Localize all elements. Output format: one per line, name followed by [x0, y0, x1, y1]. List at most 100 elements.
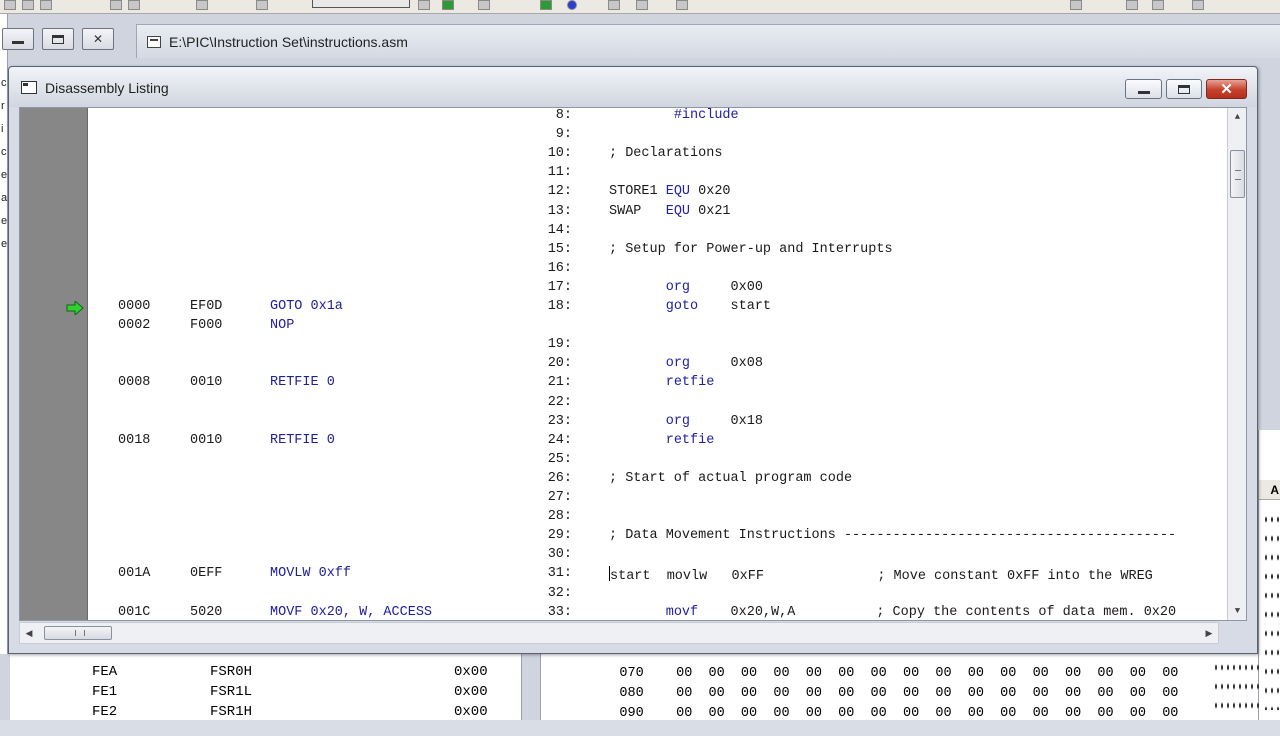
- horizontal-scroll-thumb[interactable]: [44, 626, 112, 640]
- line-number-cell: 18:: [547, 299, 572, 314]
- toolbar-button[interactable]: [22, 0, 34, 10]
- sfr-row[interactable]: FE1 FSR1L 0x00: [10, 684, 522, 704]
- listing-row[interactable]: 29: ; Data Movement Instructions --------…: [20, 528, 1230, 547]
- line-number-cell: 32:: [547, 585, 572, 601]
- source-cell: retfie: [665, 432, 715, 448]
- step-icon[interactable]: [540, 0, 552, 10]
- line-number-cell: 11:: [547, 165, 572, 181]
- maximize-button[interactable]: [1166, 79, 1202, 99]
- file-register-row[interactable]: 080 00 00 00 00 00 00 00 00 00 00 00 00 …: [587, 671, 1178, 701]
- sfr-row[interactable]: FEA FSR0H 0x00: [10, 664, 522, 684]
- listing-row[interactable]: 8: #include: [20, 108, 1230, 127]
- listing-row[interactable]: 32:: [20, 586, 1230, 605]
- listing-row[interactable]: 14:: [20, 223, 1230, 242]
- toolbar-button[interactable]: [1152, 0, 1164, 10]
- toolbar-button[interactable]: [676, 0, 688, 10]
- listing-row[interactable]: 12: STORE1 EQU 0x20: [20, 184, 1230, 203]
- toolbar-button[interactable]: [4, 0, 16, 10]
- disassembly-cell: MOVF 0x20, W, ACCESS: [270, 604, 433, 620]
- minimize-button[interactable]: [1125, 79, 1162, 99]
- toolbar-button[interactable]: [418, 0, 430, 10]
- reset-icon[interactable]: [567, 0, 577, 10]
- run-icon[interactable]: [442, 0, 454, 10]
- listing-row[interactable]: 10: ; Declarations: [20, 146, 1230, 165]
- restore-button[interactable]: [42, 28, 74, 50]
- window-titlebar[interactable]: Disassembly Listing ✕: [9, 67, 1257, 107]
- disassembly-listing-window: Disassembly Listing ✕ 8: #include 9: 10:;…: [8, 66, 1258, 654]
- listing-row[interactable]: 17: org 0x00: [20, 280, 1230, 299]
- file-register-address: 090: [619, 706, 644, 721]
- listing-row[interactable]: 28:: [20, 509, 1230, 528]
- scroll-left-arrow-icon[interactable]: ◀: [20, 623, 38, 643]
- scroll-up-arrow-icon[interactable]: ▲: [1228, 108, 1246, 126]
- toolbar-button[interactable]: [636, 0, 648, 10]
- listing-row[interactable]: 20: org 0x08: [20, 356, 1230, 375]
- line-number-cell: 20:: [547, 356, 572, 372]
- source-cell: org 0x18: [665, 413, 763, 429]
- close-button[interactable]: ✕: [82, 28, 114, 50]
- listing-pane[interactable]: 8: #include 9: 10: ; Declarations 11: 12: STO…: [19, 107, 1247, 621]
- source-cell: goto start: [665, 299, 772, 314]
- disassembly-cell: RETFIE 0: [270, 375, 335, 391]
- listing-row[interactable]: 001C 5020 MOVF 0x20, W, ACCESS 33: movf 0x2…: [20, 604, 1230, 620]
- toolbar-button[interactable]: [478, 0, 490, 10]
- line-number-cell: 29:: [547, 528, 572, 544]
- vertical-scroll-thumb[interactable]: [1230, 150, 1245, 198]
- listing-row[interactable]: 27:: [20, 490, 1230, 509]
- file-register-row[interactable]: 070 00 00 00 00 00 00 00 00 00 00 00 00 …: [587, 651, 1178, 681]
- file-register-bytes: 00 00 00 00 00 00 00 00 00 00 00 00 00 0…: [676, 706, 1179, 721]
- source-file-path: E:\PIC\Instruction Set\instructions.asm: [169, 33, 408, 50]
- line-number-cell: 10:: [547, 146, 572, 162]
- toolbar-button[interactable]: [110, 0, 122, 10]
- listing-row[interactable]: 15: ; Setup for Power-up and Interrupts: [20, 242, 1230, 261]
- source-cell: movf 0x20,W,A ; Copy the contents of dat…: [665, 604, 1177, 620]
- listing-row[interactable]: 9:: [20, 127, 1230, 146]
- listing-row[interactable]: 23: org 0x18: [20, 414, 1230, 433]
- minimize-button[interactable]: [2, 28, 34, 50]
- listing-row[interactable]: 13: SWAP EQU 0x21: [20, 204, 1230, 223]
- sfr-row[interactable]: FE2 FSR1H 0x00: [10, 704, 522, 724]
- close-button[interactable]: ✕: [1206, 79, 1247, 99]
- source-cell: org 0x00: [665, 279, 763, 295]
- file-register-row[interactable]: 090 00 00 00 00 00 00 00 00 00 00 00 00 …: [587, 691, 1178, 721]
- opcode-cell: 0010: [190, 375, 223, 391]
- listing-row[interactable]: 25:: [20, 452, 1230, 471]
- horizontal-scrollbar[interactable]: ◀ ▶: [19, 622, 1219, 644]
- listing-row[interactable]: 19:: [20, 337, 1230, 356]
- toolbar-button[interactable]: [128, 0, 140, 10]
- vertical-scrollbar[interactable]: ▲ ▼: [1227, 108, 1246, 620]
- toolbar-button[interactable]: [1070, 0, 1082, 10]
- scroll-down-arrow-icon[interactable]: ▼: [1228, 602, 1246, 620]
- source-cell: ; Setup for Power-up and Interrupts: [609, 241, 893, 257]
- toolbar-button[interactable]: [256, 0, 268, 10]
- column-header: A: [1259, 480, 1280, 500]
- listing-row[interactable]: 16:: [20, 261, 1230, 280]
- source-cell: ; Data Movement Instructions -----------…: [609, 528, 1177, 544]
- listing-row[interactable]: 0018 0010 RETFIE 0 24: retfie: [20, 433, 1230, 452]
- line-number-cell: 12:: [547, 184, 572, 200]
- build-config-combo[interactable]: [312, 0, 410, 8]
- listing-row[interactable]: 11:: [20, 165, 1230, 184]
- address-cell: 0008: [118, 375, 151, 391]
- disassembly-cell: GOTO 0x1a: [270, 299, 343, 314]
- toolbar-button[interactable]: [40, 0, 52, 10]
- scroll-right-arrow-icon[interactable]: ▶: [1200, 623, 1218, 643]
- source-file-window-title[interactable]: E:\PIC\Instruction Set\instructions.asm: [136, 24, 1280, 58]
- listing-row[interactable]: 26: ; Start of actual program code: [20, 471, 1230, 490]
- listing-row[interactable]: 22:: [20, 395, 1230, 414]
- sfr-value: 0x00: [454, 684, 488, 700]
- listing-row[interactable]: 0000 EF0D GOTO 0x1a 18: goto start: [20, 299, 1230, 318]
- toolbar-button[interactable]: [1126, 0, 1138, 10]
- source-cell: SWAP EQU 0x21: [609, 203, 731, 219]
- listing-row[interactable]: 30:: [20, 547, 1230, 566]
- line-number-cell: 26:: [547, 470, 572, 486]
- listing-row[interactable]: 0008 0010 RETFIE 0 21: retfie: [20, 375, 1230, 394]
- sfr-value: 0x00: [454, 664, 488, 680]
- toolbar-button[interactable]: [608, 0, 620, 10]
- listing-row[interactable]: 001A 0EFF MOVLW 0xff 31: start movlw 0xFF ; …: [20, 566, 1230, 585]
- listing-row[interactable]: 0002 F000 NOP: [20, 318, 1230, 337]
- opcode-cell: F000: [190, 318, 223, 334]
- toolbar-button[interactable]: [196, 0, 208, 10]
- toolbar-button[interactable]: [1192, 0, 1204, 10]
- special-function-registers-window: FEA FSR0H 0x00 FE1 FSR1L 0x00 FE2 FSR1H …: [10, 654, 522, 720]
